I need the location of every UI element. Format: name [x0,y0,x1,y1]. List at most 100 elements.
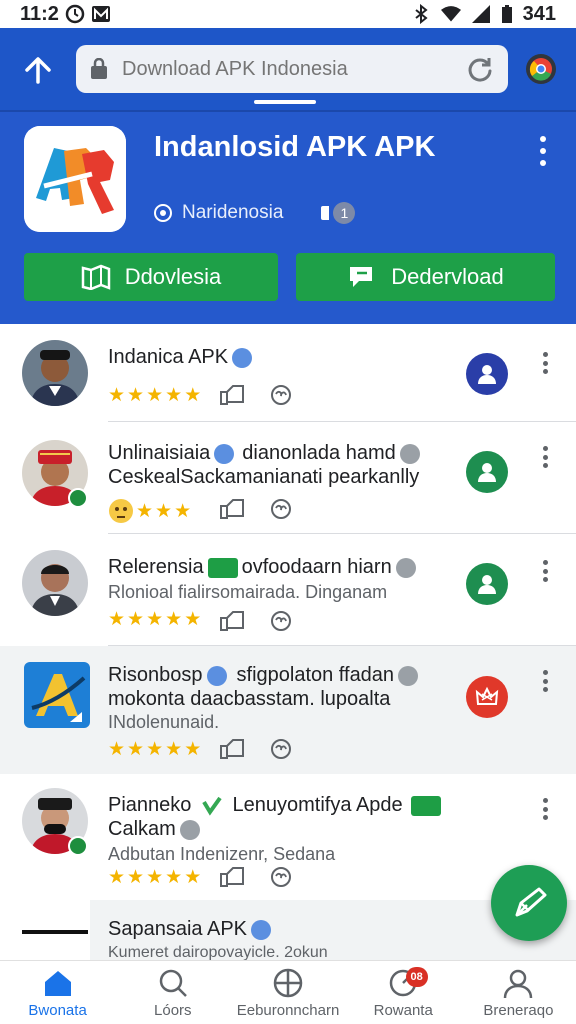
like-icon[interactable] [268,498,294,520]
item-overflow-menu[interactable] [540,670,550,692]
flag-icon [321,206,330,220]
alarm-icon [65,4,85,24]
status-circle[interactable] [466,451,508,493]
search-icon [159,969,187,997]
avatar [22,550,88,616]
nav-profile[interactable]: Breneraqo [461,961,576,1024]
apk-logo-icon [24,126,126,232]
list-item-subtitle: Calkam [108,818,200,841]
signal-icon [471,5,490,23]
up-arrow-button[interactable] [18,50,58,90]
nav-profile-label: Breneraqo [483,1002,554,1019]
lock-icon [91,58,107,79]
status-bar: 11:2 341 [0,0,576,28]
list-item[interactable]: Relerensia ovfoodaarn hiarn Rlonioal fial… [0,534,576,646]
share-icon[interactable] [219,384,245,406]
nav-home[interactable]: Bwonata [0,961,115,1024]
like-icon[interactable] [268,610,294,632]
info-badge-icon [395,557,416,578]
address-bar[interactable] [76,45,508,93]
primary-download-button[interactable]: Ddovlesia [24,253,278,301]
info-badge-icon [398,665,419,686]
app-list: Indanica APK ★ ★ ★ ★ ★ Unlinaisiaia dianonlad… [0,324,576,960]
review-count: 1 [333,202,356,224]
person-icon [504,969,533,999]
list-item[interactable]: Sapansaia APK Kumeret dairopovayicle. 2o… [0,900,576,960]
developer-icon [154,204,172,222]
secondary-download-label: Dedervload [391,264,504,289]
list-item[interactable]: Pianneko Lenuyomtifya Apde Calkam Adbuta… [0,774,576,900]
nav-home-label: Bwonata [28,1002,87,1019]
status-circle[interactable] [466,676,508,718]
tag-badge-icon [207,557,238,578]
bluetooth-icon [415,4,428,24]
reload-icon[interactable] [466,55,494,83]
nav-search-label: Lóors [154,1002,192,1019]
list-item-subtitle: mokonta daacbasstam. lupoalta [108,688,391,710]
list-item[interactable]: Unlinaisiaia dianonlada hamd CeskealSacka… [0,422,576,534]
list-item-subtitle: CeskealSackamanianati pearkanlly [108,466,420,488]
browser-profile-icon[interactable] [526,54,556,84]
chrome-icon [529,58,552,81]
address-input[interactable] [122,57,466,81]
verified-badge-icon [214,443,235,464]
rating-stars: ★ ★ ★ ★ ★ [108,609,202,630]
compose-fab[interactable] [491,865,567,941]
app-developer[interactable]: Naridenosia [182,202,283,224]
map-download-icon [81,264,110,290]
check-badge-icon [202,796,222,816]
browser-toolbar [0,28,576,110]
list-item-title: Indanica APK [108,346,253,369]
like-icon[interactable] [268,384,294,406]
user-icon [478,463,496,482]
emoji-face-icon [109,499,133,523]
share-icon[interactable] [219,498,245,520]
primary-download-label: Ddovlesia [124,264,222,289]
list-item-description: INdolenunaid. [108,712,220,732]
nav-search[interactable]: Lóors [115,961,230,1024]
item-overflow-menu[interactable] [540,352,550,374]
item-overflow-menu[interactable] [540,446,550,468]
list-item-description: Adbutan Indenizenr, Sedana [108,844,336,864]
share-icon[interactable] [219,738,245,760]
secondary-download-button[interactable]: Dedervload [296,253,555,301]
pen-icon [515,887,547,917]
home-icon [44,971,71,996]
arrow-up-icon [25,57,51,84]
list-item[interactable]: Risonbosp sfigpolaton ffadan mokonta daac… [0,646,576,774]
list-item-description: Rlonioal fialirsomairada. Dinganam [108,582,388,602]
status-circle[interactable] [466,563,508,605]
chat-download-icon [350,267,373,287]
nav-notifications-label: Rowanta [373,1002,433,1019]
notification-badge: 08 [405,967,428,987]
battery-icon [501,5,512,23]
verified-badge-icon [206,665,227,686]
tag-badge-icon [410,795,441,816]
person-avatar-icon [22,340,88,406]
share-icon[interactable] [219,610,245,632]
app-letter-logo-icon [24,662,90,728]
app-overflow-menu[interactable] [534,136,552,166]
rating-stars: ★ ★ ★ ★ ★ [108,385,202,406]
item-overflow-menu[interactable] [540,798,550,820]
verified-dot-icon [68,488,88,508]
app-logo [24,126,126,232]
verified-badge-icon [251,919,271,940]
app-thumbnail [24,662,90,728]
hero-divider [0,110,576,112]
rating-stars: ★ ★ ★ [108,498,191,524]
review-count-badge: 1 [321,202,356,224]
person-avatar-icon [22,550,88,616]
info-badge-icon [179,819,200,840]
status-circle[interactable] [466,353,508,395]
app-title: Indanlosid APK APK [154,131,436,163]
rating-stars: ★ ★ ★ ★ ★ [108,739,202,760]
nav-explore-label: Eeburonncharn [236,1002,340,1019]
like-icon[interactable] [268,866,294,888]
list-item[interactable]: Indanica APK ★ ★ ★ ★ ★ [0,324,576,422]
nav-explore[interactable]: Eeburonncharn [230,961,345,1024]
like-icon[interactable] [268,738,294,760]
item-overflow-menu[interactable] [540,560,550,582]
nav-notifications[interactable]: 08 Rowanta [346,961,461,1024]
share-icon[interactable] [219,866,245,888]
